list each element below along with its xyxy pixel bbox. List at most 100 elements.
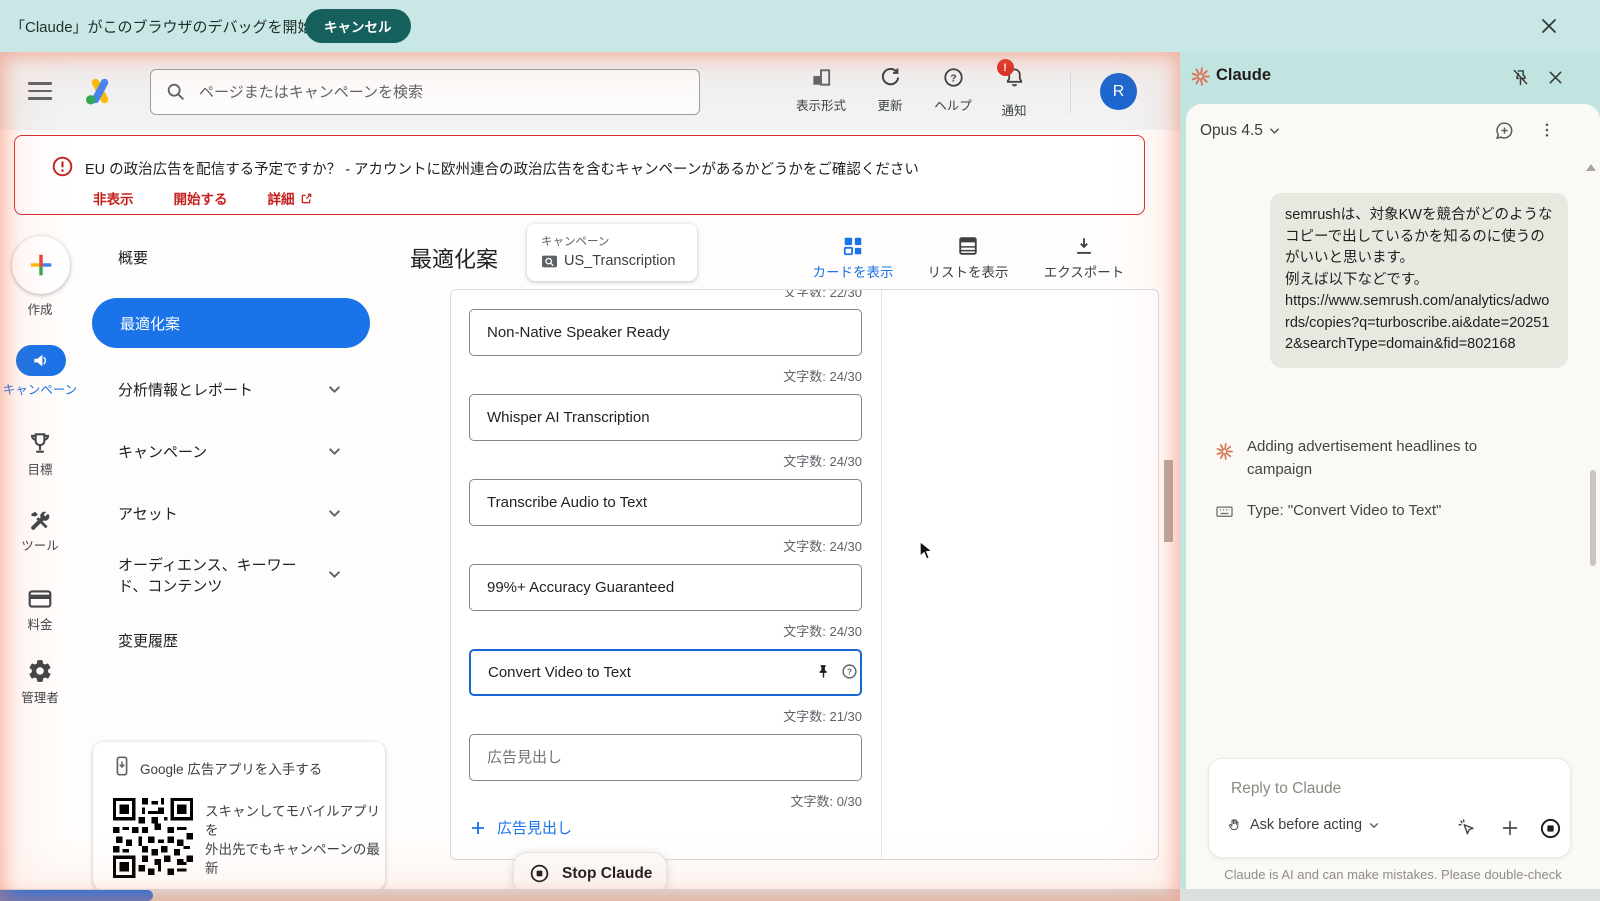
- download-icon: [1073, 235, 1095, 257]
- banner-start-link[interactable]: 開始する: [174, 188, 228, 208]
- display-format-button[interactable]: 表示形式: [789, 66, 853, 114]
- export-button[interactable]: エクスポート: [1039, 235, 1129, 281]
- chevron-down-icon: [1269, 127, 1280, 135]
- scrollbar-thumb[interactable]: [1590, 470, 1596, 566]
- refresh-label: 更新: [877, 95, 902, 114]
- eu-policy-banner: EU の政治広告を配信する予定ですか？ - アカウントに欧州連合の政治広告を含む…: [14, 135, 1145, 215]
- promo-title: Google 広告アプリを入手する: [140, 758, 322, 778]
- search-box: [150, 69, 700, 115]
- new-chat-icon[interactable]: [1494, 120, 1515, 141]
- headline-field-2[interactable]: Whisper AI Transcription: [469, 394, 862, 441]
- megaphone-icon: [32, 352, 50, 370]
- campaign-chip-value: US_Transcription: [564, 253, 675, 269]
- scrollbar-thumb[interactable]: [1164, 460, 1173, 542]
- create-button[interactable]: [12, 236, 70, 294]
- char-counter: 文字数: 24/30: [783, 366, 862, 385]
- banner-hide-link[interactable]: 非表示: [93, 188, 134, 208]
- nav-assets[interactable]: アセット: [118, 504, 178, 525]
- model-name: Opus 4.5: [1200, 122, 1263, 140]
- trophy-icon[interactable]: [27, 430, 53, 456]
- notification-badge: !: [997, 59, 1014, 76]
- rail-campaigns-button[interactable]: [16, 345, 66, 376]
- external-link-icon: [300, 192, 313, 205]
- qr-code: [113, 798, 193, 878]
- notifications-button[interactable]: ! 通知: [982, 66, 1046, 119]
- close-icon[interactable]: [1538, 15, 1560, 37]
- rail-create-label: 作成: [0, 302, 80, 318]
- google-ads-page: 表示形式 更新 ? ヘルプ ! 通知 R EU の政治広告: [0, 52, 1180, 901]
- rail-campaigns-label: キャンペーン: [2, 382, 78, 398]
- menu-icon[interactable]: [28, 82, 52, 100]
- char-counter: 文字数: 21/30: [783, 706, 862, 725]
- display-format-label: 表示形式: [796, 95, 846, 114]
- svg-text:?: ?: [847, 667, 852, 676]
- claude-logo-icon: [1190, 66, 1211, 87]
- add-headline-button[interactable]: 広告見出し: [469, 817, 572, 838]
- avatar[interactable]: R: [1100, 73, 1137, 110]
- reply-box: Ask before acting: [1208, 758, 1571, 858]
- notifications-label: 通知: [1001, 100, 1026, 119]
- ad-edit-card: 文字数: 22/30 Non-Native Speaker Ready 文字数:…: [450, 289, 1159, 860]
- take-control-cursor-icon[interactable]: [1456, 817, 1478, 839]
- nav-insights[interactable]: 分析情報とレポート: [118, 380, 253, 401]
- more-menu-icon[interactable]: [1538, 121, 1556, 139]
- nav-audiences[interactable]: オーディエンス、キーワード、コンテンツ: [118, 555, 326, 597]
- rail-admin-label: 管理者: [0, 690, 80, 706]
- view-list-label: リストを表示: [928, 261, 1009, 281]
- refresh-icon: [879, 66, 902, 89]
- promo-line2: 外出先でもキャンペーンの最新: [205, 840, 385, 878]
- refresh-button[interactable]: 更新: [858, 66, 922, 114]
- banner-details-link[interactable]: 詳細: [268, 188, 313, 208]
- campaign-chip-label: キャンペーン: [541, 233, 609, 249]
- search-input[interactable]: [197, 71, 681, 113]
- permission-mode-selector[interactable]: Ask before acting: [1227, 817, 1379, 833]
- svg-text:?: ?: [950, 72, 956, 84]
- keyboard-icon: [1215, 502, 1234, 521]
- claude-spark-icon: [1215, 442, 1234, 461]
- close-icon[interactable]: [1546, 68, 1565, 87]
- char-counter: 文字数: 24/30: [783, 451, 862, 470]
- claude-panel: Opus 4.5 semrushは、対象KWを競合がどのようなコピーで出している…: [1186, 104, 1600, 901]
- billing-card-icon[interactable]: [27, 586, 53, 612]
- pin-icon[interactable]: [815, 663, 832, 680]
- view-cards-label: カードを表示: [813, 261, 894, 281]
- hand-icon: [1227, 817, 1243, 833]
- scroll-up-arrow[interactable]: [1586, 164, 1596, 171]
- campaign-chip[interactable]: キャンペーン US_Transcription: [527, 224, 697, 281]
- help-button[interactable]: ? ヘルプ: [921, 66, 985, 114]
- stop-record-icon[interactable]: [1539, 817, 1562, 840]
- headline-field-3[interactable]: Transcribe Audio to Text: [469, 479, 862, 526]
- help-label: ヘルプ: [934, 95, 972, 114]
- reply-input[interactable]: [1229, 775, 1533, 803]
- gear-icon[interactable]: [27, 658, 53, 684]
- view-cards-button[interactable]: カードを表示: [808, 235, 898, 281]
- help-circle-icon[interactable]: ?: [841, 663, 858, 680]
- headline-field-4[interactable]: 99%+ Accuracy Guaranteed: [469, 564, 862, 611]
- rail-billing-label: 料金: [0, 617, 80, 633]
- cancel-button[interactable]: キャンセル: [305, 9, 411, 43]
- nav-optimization[interactable]: 最適化案: [92, 298, 370, 348]
- nav-overview[interactable]: 概要: [118, 248, 148, 269]
- user-message-bubble: semrushは、対象KWを競合がどのようなコピーで出しているかを知るのに使うの…: [1270, 193, 1568, 368]
- attach-plus-icon[interactable]: [1499, 817, 1521, 839]
- claude-title: Claude: [1216, 66, 1271, 85]
- view-list-button[interactable]: リストを表示: [923, 235, 1013, 281]
- bottom-progress-bar: [0, 890, 153, 901]
- headline-field-6-empty[interactable]: 広告見出し: [469, 734, 862, 781]
- chevron-down-icon: [1369, 822, 1379, 829]
- char-counter-clipped: 文字数: 22/30: [783, 290, 862, 297]
- chevron-down-icon: [328, 509, 341, 518]
- stop-claude-label: Stop Claude: [562, 865, 652, 883]
- headline-field-5-focused[interactable]: Convert Video to Text: [469, 649, 862, 696]
- rail-tools-label: ツール: [0, 538, 80, 554]
- pin-off-icon[interactable]: [1510, 67, 1531, 88]
- claude-action-text: Type: "Convert Video to Text": [1247, 500, 1515, 523]
- nav-campaigns[interactable]: キャンペーン: [118, 442, 207, 463]
- screen: 「Claude」がこのブラウザのデバッグを開始しました キャンセル: [0, 0, 1600, 901]
- tools-icon[interactable]: [27, 508, 53, 534]
- claude-status-row: Adding advertisement headlines to campai…: [1215, 436, 1515, 481]
- char-counter: 文字数: 24/30: [783, 536, 862, 555]
- headline-field-1[interactable]: Non-Native Speaker Ready: [469, 309, 862, 356]
- nav-change-history[interactable]: 変更履歴: [118, 631, 178, 652]
- model-selector[interactable]: Opus 4.5: [1200, 122, 1280, 140]
